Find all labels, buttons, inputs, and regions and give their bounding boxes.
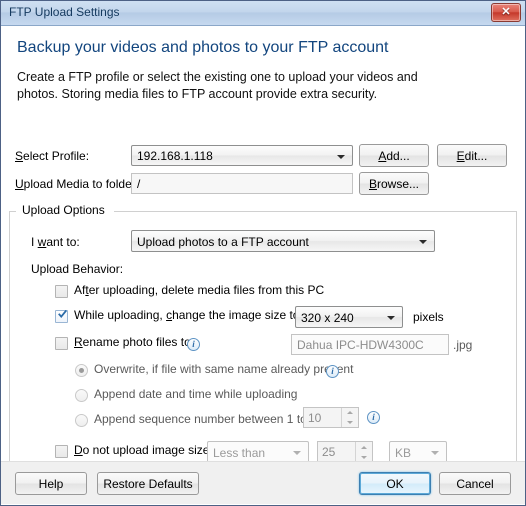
radio-append-sequence[interactable] bbox=[75, 414, 88, 427]
i-want-to-label-rest: ant to: bbox=[46, 235, 80, 249]
sequence-info-icon[interactable]: i bbox=[367, 411, 380, 424]
size-unit-value: KB bbox=[395, 446, 412, 460]
size-amount-value: 25 bbox=[322, 445, 336, 459]
i-want-to-value: Upload photos to a FTP account bbox=[137, 235, 309, 249]
chevron-down-icon bbox=[431, 451, 439, 455]
chevron-down-icon bbox=[419, 240, 427, 244]
add-profile-button[interactable]: Add... bbox=[359, 144, 429, 167]
size-comparison-combobox[interactable]: Less than bbox=[207, 441, 309, 463]
rename-photos-label: Rename photo files to: bbox=[74, 335, 194, 349]
checkmark-icon bbox=[58, 310, 67, 319]
size-comparison-value: Less than bbox=[213, 446, 266, 460]
upload-folder-accel: U bbox=[15, 177, 24, 191]
i-want-to-label: I want to: bbox=[31, 235, 80, 249]
browse-folder-button[interactable]: Browse... bbox=[359, 172, 429, 195]
overwrite-info-icon[interactable]: i bbox=[326, 365, 339, 378]
size-filter-checkbox[interactable] bbox=[55, 445, 68, 458]
rename-pattern-input[interactable]: Dahua IPC-HDW4300C bbox=[291, 334, 449, 355]
stepper-buttons[interactable] bbox=[355, 442, 372, 462]
file-extension-label: .jpg bbox=[453, 338, 473, 352]
browse-button-accel: B bbox=[368, 176, 377, 191]
radio-overwrite[interactable] bbox=[75, 364, 88, 377]
upload-options-title: Upload Options bbox=[18, 203, 109, 217]
description-line-2: photos. Storing media files to FTP accou… bbox=[17, 87, 378, 101]
restore-defaults-button[interactable]: Restore Defaults bbox=[97, 472, 199, 495]
size-filter-label-rest: o not upload image size: bbox=[82, 443, 213, 457]
window-title: FTP Upload Settings bbox=[9, 5, 120, 19]
upload-folder-value: / bbox=[137, 177, 141, 191]
size-unit-combobox[interactable]: KB bbox=[389, 441, 447, 463]
size-filter-accel: D bbox=[74, 443, 83, 457]
browse-button-rest: rowse... bbox=[377, 176, 420, 191]
pixels-unit-label: pixels bbox=[413, 310, 444, 324]
resize-image-checkbox[interactable] bbox=[55, 310, 68, 323]
ftp-upload-settings-dialog: FTP Upload Settings ✕ Backup your videos… bbox=[0, 0, 526, 506]
radio-overwrite-label: Overwrite, if file with same name alread… bbox=[94, 362, 354, 376]
page-title: Backup your videos and photos to your FT… bbox=[17, 39, 389, 56]
image-size-combobox[interactable]: 320 x 240 bbox=[295, 306, 403, 328]
select-profile-label: Select Profile: bbox=[15, 149, 89, 163]
select-profile-label-rest: elect Profile: bbox=[23, 149, 90, 163]
stepper-down-icon[interactable] bbox=[342, 418, 358, 428]
upload-folder-label-rest: pload Media to folder: bbox=[23, 177, 140, 191]
rename-photos-checkbox[interactable] bbox=[55, 337, 68, 350]
ok-button[interactable]: OK bbox=[359, 472, 431, 495]
upload-folder-label: Upload Media to folder: bbox=[15, 177, 139, 191]
description-line-1: Create a FTP profile or select the exist… bbox=[17, 70, 418, 84]
resize-label-rest: hange the image size to: bbox=[172, 308, 303, 322]
close-icon: ✕ bbox=[501, 6, 511, 18]
page-description: Create a FTP profile or select the exist… bbox=[1, 57, 525, 103]
rename-info-icon[interactable]: i bbox=[187, 338, 200, 351]
i-want-to-combobox[interactable]: Upload photos to a FTP account bbox=[131, 230, 435, 252]
help-button[interactable]: Help bbox=[15, 472, 87, 495]
profile-combobox-value: 192.168.1.118 bbox=[137, 149, 213, 163]
delete-after-upload-checkbox[interactable] bbox=[55, 285, 68, 298]
sequence-number-value: 10 bbox=[308, 411, 322, 425]
radio-append-datetime[interactable] bbox=[75, 389, 88, 402]
group-border-right bbox=[114, 211, 516, 212]
radio-append-sequence-label: Append sequence number between 1 to: bbox=[94, 412, 311, 426]
size-amount-stepper[interactable]: 25 bbox=[317, 441, 373, 463]
title-bar: FTP Upload Settings ✕ bbox=[1, 1, 525, 26]
delete-label-pre: Af bbox=[74, 283, 86, 297]
dialog-content: Backup your videos and photos to your FT… bbox=[1, 26, 525, 505]
chevron-down-icon bbox=[293, 451, 301, 455]
rename-accel: R bbox=[74, 335, 83, 349]
resize-label-pre: While uploading, bbox=[74, 308, 167, 322]
select-profile-accel: S bbox=[15, 149, 24, 163]
delete-label-rest: er uploading, delete media files from th… bbox=[88, 283, 325, 297]
radio-append-datetime-label: Append date and time while uploading bbox=[94, 387, 298, 401]
edit-button-accel: E bbox=[456, 148, 465, 163]
chevron-down-icon bbox=[387, 316, 395, 320]
add-button-accel: A bbox=[378, 148, 387, 163]
upload-behavior-label: Upload Behavior: bbox=[31, 262, 124, 276]
resize-image-label: While uploading, change the image size t… bbox=[74, 308, 303, 322]
group-border-left bbox=[10, 211, 16, 212]
stepper-up-icon[interactable] bbox=[356, 442, 372, 452]
rename-pattern-placeholder: Dahua IPC-HDW4300C bbox=[297, 338, 424, 352]
delete-after-upload-label: After uploading, delete media files from… bbox=[74, 283, 324, 297]
sequence-number-stepper[interactable]: 10 bbox=[303, 407, 359, 428]
close-button[interactable]: ✕ bbox=[491, 3, 521, 22]
edit-profile-button[interactable]: Edit... bbox=[437, 144, 507, 167]
dialog-footer: Help Restore Defaults OK Cancel bbox=[1, 461, 525, 505]
i-want-to-label-pre: I bbox=[31, 235, 38, 249]
stepper-buttons[interactable] bbox=[341, 408, 358, 427]
upload-folder-input[interactable]: / bbox=[131, 173, 353, 194]
cancel-button[interactable]: Cancel bbox=[439, 472, 511, 495]
rename-label-rest: ename photo files to: bbox=[82, 335, 195, 349]
profile-combobox[interactable]: 192.168.1.118 bbox=[131, 145, 353, 166]
stepper-up-icon[interactable] bbox=[342, 408, 358, 418]
chevron-down-icon bbox=[337, 155, 345, 159]
size-filter-label: Do not upload image size: bbox=[74, 443, 213, 457]
add-button-rest: dd... bbox=[386, 148, 410, 163]
edit-button-rest: dit... bbox=[464, 148, 488, 163]
image-size-value: 320 x 240 bbox=[301, 311, 354, 325]
